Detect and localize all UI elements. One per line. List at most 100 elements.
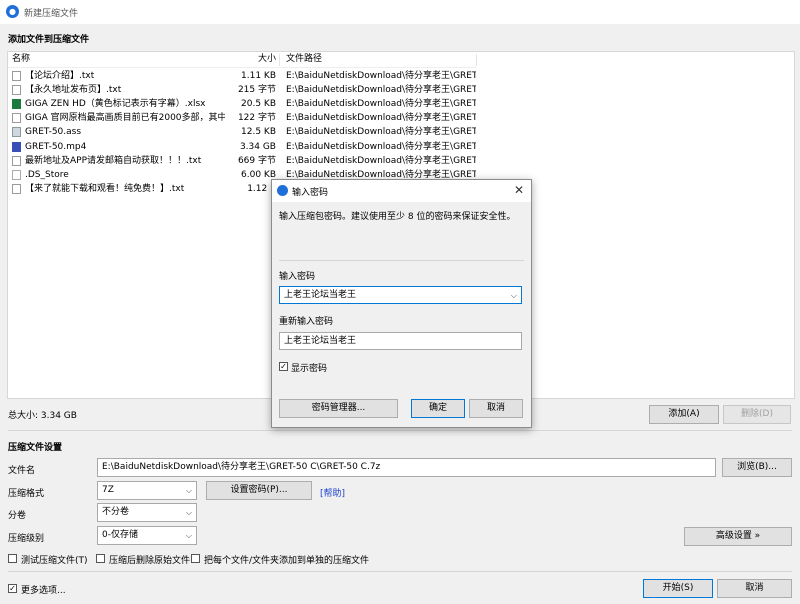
file-size: 3.34 GB <box>239 141 276 152</box>
subtitle-file-icon <box>12 127 21 138</box>
split-value: 不分卷 <box>102 507 130 517</box>
file-name: 【论坛介绍】.txt <box>25 71 95 81</box>
txt-file-icon <box>12 113 21 124</box>
separate-archives-checkbox[interactable] <box>191 554 200 563</box>
dialog-hint: 输入压缩包密码。建议使用至少 8 位的密码来保证安全性。 <box>279 212 516 222</box>
browse-button[interactable]: 浏览(B)... <box>722 458 792 477</box>
file-name: GIGA 官网原档最高画质目前已有2000多部，其中... <box>25 113 225 124</box>
password-value: 上老王论坛当老王 <box>284 290 357 300</box>
level-label: 压缩级别 <box>8 534 45 544</box>
file-row[interactable]: GRET-50.ass 12.5 KB E:\BaiduNetdiskDownloa… <box>8 125 478 139</box>
delete-source-checkbox[interactable] <box>96 554 105 563</box>
set-password-button[interactable]: 设置密码(P)... <box>206 481 312 500</box>
file-path: E:\BaiduNetdiskDownload\待分享老王\GRET-5... <box>286 71 476 81</box>
total-size: 总大小: 3.34 GB <box>8 411 77 421</box>
level-value: 0-仅存储 <box>102 530 138 540</box>
repeat-password-input[interactable]: 上老王论坛当老王 <box>279 332 522 350</box>
separate-archives-label[interactable]: 把每个文件/文件夹添加到单独的压缩文件 <box>204 553 369 566</box>
add-files-heading: 添加文件到压缩文件 <box>8 35 90 45</box>
chevron-down-icon[interactable]: ⌵ <box>511 287 517 304</box>
header-divider <box>8 67 476 68</box>
file-name: GRET-50.ass <box>25 127 82 138</box>
file-size: 1.12 K <box>247 183 276 194</box>
split-select[interactable]: 不分卷 ⌵ <box>97 503 197 522</box>
footer-divider <box>8 571 792 572</box>
password-label: 输入密码 <box>279 272 316 282</box>
file-name: 最新地址及APP请发邮箱自动获取！！！.txt <box>25 155 202 166</box>
chevron-down-icon: ⌵ <box>185 486 192 495</box>
repeat-password-label: 重新输入密码 <box>279 317 334 327</box>
test-archive-label[interactable]: 测试压缩文件(T) <box>21 553 88 566</box>
advanced-settings-button[interactable]: 高级设置 » <box>684 527 792 546</box>
add-button[interactable]: 添加(A) <box>649 405 719 424</box>
section-divider <box>8 430 792 431</box>
column-header-size[interactable]: 大小 <box>258 52 276 67</box>
app-logo-icon <box>277 185 288 196</box>
file-path: E:\BaiduNetdiskDownload\待分享老王\GRET-5... <box>286 99 476 110</box>
format-select[interactable]: 7Z ⌵ <box>97 481 197 500</box>
format-label: 压缩格式 <box>8 489 45 499</box>
txt-file-icon <box>12 183 21 194</box>
help-link[interactable]: [帮助] <box>320 486 345 499</box>
file-path: E:\BaiduNetdiskDownload\待分享老王\GRET-5... <box>286 141 476 152</box>
chevron-down-icon: ⌵ <box>185 508 192 517</box>
file-size: 669 字节 <box>237 155 276 166</box>
start-button[interactable]: 开始(S) <box>643 579 713 598</box>
blank-file-icon <box>12 169 21 180</box>
title-bar: ● 新建压缩文件 <box>0 0 800 24</box>
dialog-title: 输入密码 <box>292 188 329 198</box>
file-name: GRET-50.mp4 <box>25 141 87 152</box>
level-select[interactable]: 0-仅存储 ⌵ <box>97 526 197 545</box>
app-logo-icon: ● <box>6 5 19 18</box>
file-name: .DS_Store <box>25 169 69 180</box>
password-dialog: 输入密码 ✕ 输入压缩包密码。建议使用至少 8 位的密码来保证安全性。 输入密码… <box>271 179 532 428</box>
file-path: E:\BaiduNetdiskDownload\待分享老王\GRET-5... <box>286 113 476 124</box>
filename-label: 文件名 <box>8 466 36 476</box>
file-row[interactable]: 最新地址及APP请发邮箱自动获取！！！.txt 669 字节 E:\BaiduNet… <box>8 154 478 168</box>
format-value: 7Z <box>102 485 114 495</box>
file-size: 20.5 KB <box>241 99 276 110</box>
file-row[interactable]: GRET-50.mp4 3.34 GB E:\BaiduNetdiskDownloa… <box>8 140 478 154</box>
file-row[interactable]: GIGA 官网原档最高画质目前已有2000多部，其中... 122 字节 E:\Ba… <box>8 111 478 125</box>
video-file-icon <box>12 141 21 152</box>
file-row[interactable]: GIGA ZEN HD（黄色标记表示有字幕）.xlsx 20.5 KB E:\Bai… <box>8 97 478 111</box>
more-options-label[interactable]: 更多选项... <box>21 583 66 596</box>
file-path: E:\BaiduNetdiskDownload\待分享老王\GRET-5... <box>286 155 476 166</box>
file-path: E:\BaiduNetdiskDownload\待分享老王\GRET-5... <box>286 85 476 96</box>
txt-file-icon <box>12 71 21 81</box>
file-name: GIGA ZEN HD（黄色标记表示有字幕）.xlsx <box>25 99 206 110</box>
cancel-button[interactable]: 取消 <box>717 579 792 598</box>
txt-file-icon <box>12 85 21 96</box>
dialog-divider <box>279 260 524 261</box>
file-size: 122 字节 <box>237 113 276 124</box>
column-separator[interactable] <box>279 54 280 66</box>
close-icon[interactable]: ✕ <box>514 183 524 197</box>
dialog-ok-button[interactable]: 确定 <box>411 399 465 418</box>
excel-file-icon <box>12 99 21 110</box>
file-row[interactable]: 【论坛介绍】.txt 1.11 KB E:\BaiduNetdiskDownload… <box>8 69 478 83</box>
show-password-label[interactable]: 显示密码 <box>291 361 327 374</box>
dialog-cancel-button[interactable]: 取消 <box>469 399 523 418</box>
column-header-path[interactable]: 文件路径 <box>286 52 322 67</box>
delete-button[interactable]: 删除(D) <box>723 405 791 424</box>
file-path: E:\BaiduNetdiskDownload\待分享老王\GRET-5... <box>286 127 476 138</box>
file-name: 【来了就能下载和观看！纯免费！】.txt <box>25 183 185 194</box>
file-size: 6.00 KB <box>241 169 276 180</box>
column-separator[interactable] <box>476 54 477 66</box>
dialog-title-bar: 输入密码 ✕ <box>272 180 531 202</box>
filename-input[interactable]: E:\BaiduNetdiskDownload\待分享老王\GRET-50 C\… <box>97 458 716 477</box>
file-size: 12.5 KB <box>241 127 276 138</box>
show-password-checkbox[interactable]: ✓ <box>279 362 288 371</box>
column-header-name[interactable]: 名称 <box>12 52 30 67</box>
file-size: 1.11 KB <box>241 71 276 81</box>
settings-heading: 压缩文件设置 <box>8 443 63 453</box>
split-label: 分卷 <box>8 511 27 521</box>
test-archive-checkbox[interactable] <box>8 554 17 563</box>
delete-source-label[interactable]: 压缩后删除原始文件 <box>109 553 190 566</box>
password-manager-button[interactable]: 密码管理器... <box>279 399 398 418</box>
more-options-checkbox[interactable]: ✓ <box>8 584 17 593</box>
password-input[interactable]: 上老王论坛当老王 ⌵ <box>279 286 522 304</box>
file-row[interactable]: 【永久地址发布页】.txt 215 字节 E:\BaiduNetdiskDownlo… <box>8 83 478 97</box>
file-name: 【永久地址发布页】.txt <box>25 85 122 96</box>
file-size: 215 字节 <box>237 85 276 96</box>
